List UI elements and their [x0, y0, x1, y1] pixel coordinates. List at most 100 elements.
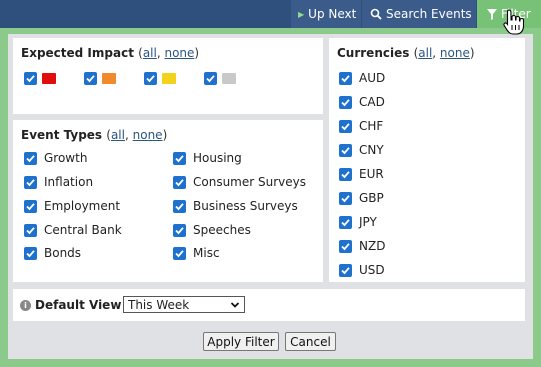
- up-next-tab[interactable]: ▶ Up Next: [291, 0, 361, 28]
- up-next-label: Up Next: [308, 7, 357, 21]
- event-type-label: Employment: [44, 199, 121, 213]
- high-impact-icon: [42, 73, 56, 84]
- event-type-label: Central Bank: [44, 223, 122, 237]
- impact-none-link[interactable]: none: [164, 46, 194, 60]
- event-type-option[interactable]: Consumer Surveys: [173, 175, 306, 189]
- currency-option[interactable]: AUD: [339, 71, 385, 85]
- non-economic-impact-icon: [222, 73, 236, 84]
- currency-label: USD: [359, 263, 385, 277]
- currency-label: NZD: [359, 239, 386, 253]
- currencies-panel: Currencies (all, none) AUD CAD CHF CNY E…: [329, 38, 525, 282]
- currency-checkbox[interactable]: [339, 143, 352, 157]
- event-types-heading: Event Types (all, none): [21, 128, 168, 142]
- event-type-label: Inflation: [44, 175, 94, 189]
- play-icon: ▶: [298, 9, 305, 19]
- currency-option[interactable]: CNY: [339, 143, 384, 157]
- event-type-option[interactable]: Central Bank: [24, 223, 122, 237]
- event-type-checkbox[interactable]: [173, 199, 186, 213]
- event-type-checkbox[interactable]: [24, 175, 37, 189]
- currency-label: AUD: [359, 71, 386, 85]
- default-view-selected: This Week: [128, 297, 190, 312]
- filter-popup: Expected Impact (all, none) Event Types …: [0, 28, 541, 367]
- event-type-label: Bonds: [44, 246, 82, 260]
- low-impact-icon: [162, 73, 176, 84]
- event-type-checkbox[interactable]: [24, 151, 37, 165]
- event-type-option[interactable]: Bonds: [24, 246, 81, 260]
- event-type-checkbox[interactable]: [173, 175, 186, 189]
- event-types-all-link[interactable]: all: [111, 128, 125, 142]
- currency-label: JPY: [359, 215, 377, 229]
- event-type-checkbox[interactable]: [24, 246, 37, 260]
- currency-option[interactable]: EUR: [339, 167, 384, 181]
- event-type-option[interactable]: Growth: [24, 151, 87, 165]
- event-type-checkbox[interactable]: [24, 199, 37, 213]
- apply-filter-button[interactable]: Apply Filter: [203, 332, 279, 351]
- event-type-label: Housing: [193, 151, 242, 165]
- default-view-heading: i Default View: [20, 298, 121, 312]
- event-type-label: Growth: [44, 151, 88, 165]
- currencies-title: Currencies: [337, 46, 410, 60]
- impact-all-link[interactable]: all: [143, 46, 157, 60]
- event-type-option[interactable]: Business Surveys: [173, 199, 298, 213]
- search-events-tab[interactable]: Search Events: [362, 0, 476, 28]
- filter-panel-body: Expected Impact (all, none) Event Types …: [8, 34, 533, 359]
- event-types-title: Event Types: [21, 128, 103, 142]
- currency-checkbox[interactable]: [339, 167, 352, 181]
- currency-checkbox[interactable]: [339, 71, 352, 85]
- currencies-none-link[interactable]: none: [440, 46, 470, 60]
- currency-option[interactable]: GBP: [339, 191, 384, 205]
- chevron-down-icon: [230, 299, 240, 313]
- event-type-label: Speeches: [193, 223, 251, 237]
- currency-option[interactable]: CAD: [339, 95, 385, 109]
- event-type-option[interactable]: Speeches: [173, 223, 251, 237]
- medium-impact-icon: [102, 73, 116, 84]
- event-type-label: Business Surveys: [193, 199, 298, 213]
- currency-checkbox[interactable]: [339, 263, 352, 277]
- currency-option[interactable]: USD: [339, 263, 385, 277]
- event-type-label: Misc: [193, 246, 220, 260]
- event-type-checkbox[interactable]: [173, 151, 186, 165]
- currency-label: CAD: [359, 95, 385, 109]
- top-nav-bar: ▶ Up Next Search Events Filter: [0, 0, 541, 28]
- impact-high-option[interactable]: [24, 72, 56, 85]
- currency-checkbox[interactable]: [339, 215, 352, 229]
- event-type-option[interactable]: Misc: [173, 246, 220, 260]
- event-type-option[interactable]: Inflation: [24, 175, 93, 189]
- event-type-checkbox[interactable]: [173, 223, 186, 237]
- currency-label: CHF: [359, 119, 384, 133]
- currency-label: GBP: [359, 191, 384, 205]
- currency-option[interactable]: CHF: [339, 119, 383, 133]
- expected-impact-panel: Expected Impact (all, none): [13, 38, 323, 114]
- event-types-none-link[interactable]: none: [133, 128, 163, 142]
- impact-high-checkbox[interactable]: [24, 72, 37, 85]
- impact-medium-option[interactable]: [84, 72, 116, 85]
- default-view-select[interactable]: This Week: [123, 296, 245, 313]
- event-types-panel: Event Types (all, none) Growth Housing I…: [13, 120, 323, 282]
- impact-low-option[interactable]: [144, 72, 176, 85]
- currency-option[interactable]: NZD: [339, 239, 385, 253]
- impact-non-economic-checkbox[interactable]: [204, 72, 217, 85]
- impact-medium-checkbox[interactable]: [84, 72, 97, 85]
- event-type-option[interactable]: Housing: [173, 151, 242, 165]
- default-view-panel: i Default View This Week: [13, 289, 525, 321]
- event-type-checkbox[interactable]: [173, 246, 186, 260]
- event-type-checkbox[interactable]: [24, 223, 37, 237]
- impact-low-checkbox[interactable]: [144, 72, 157, 85]
- expected-impact-title: Expected Impact: [21, 46, 134, 60]
- currency-checkbox[interactable]: [339, 191, 352, 205]
- currency-label: EUR: [359, 167, 384, 181]
- impact-non-economic-option[interactable]: [204, 72, 236, 85]
- cancel-button[interactable]: Cancel: [285, 332, 336, 351]
- currency-checkbox[interactable]: [339, 119, 352, 133]
- currency-option[interactable]: JPY: [339, 215, 377, 229]
- currencies-all-link[interactable]: all: [418, 46, 432, 60]
- expected-impact-heading: Expected Impact (all, none): [21, 46, 200, 60]
- search-icon: [370, 8, 382, 20]
- event-type-option[interactable]: Employment: [24, 199, 120, 213]
- currency-checkbox[interactable]: [339, 95, 352, 109]
- event-type-label: Consumer Surveys: [193, 175, 306, 189]
- currency-checkbox[interactable]: [339, 239, 352, 253]
- search-events-label: Search Events: [386, 7, 472, 21]
- info-icon[interactable]: i: [20, 299, 31, 311]
- currency-label: CNY: [359, 143, 384, 157]
